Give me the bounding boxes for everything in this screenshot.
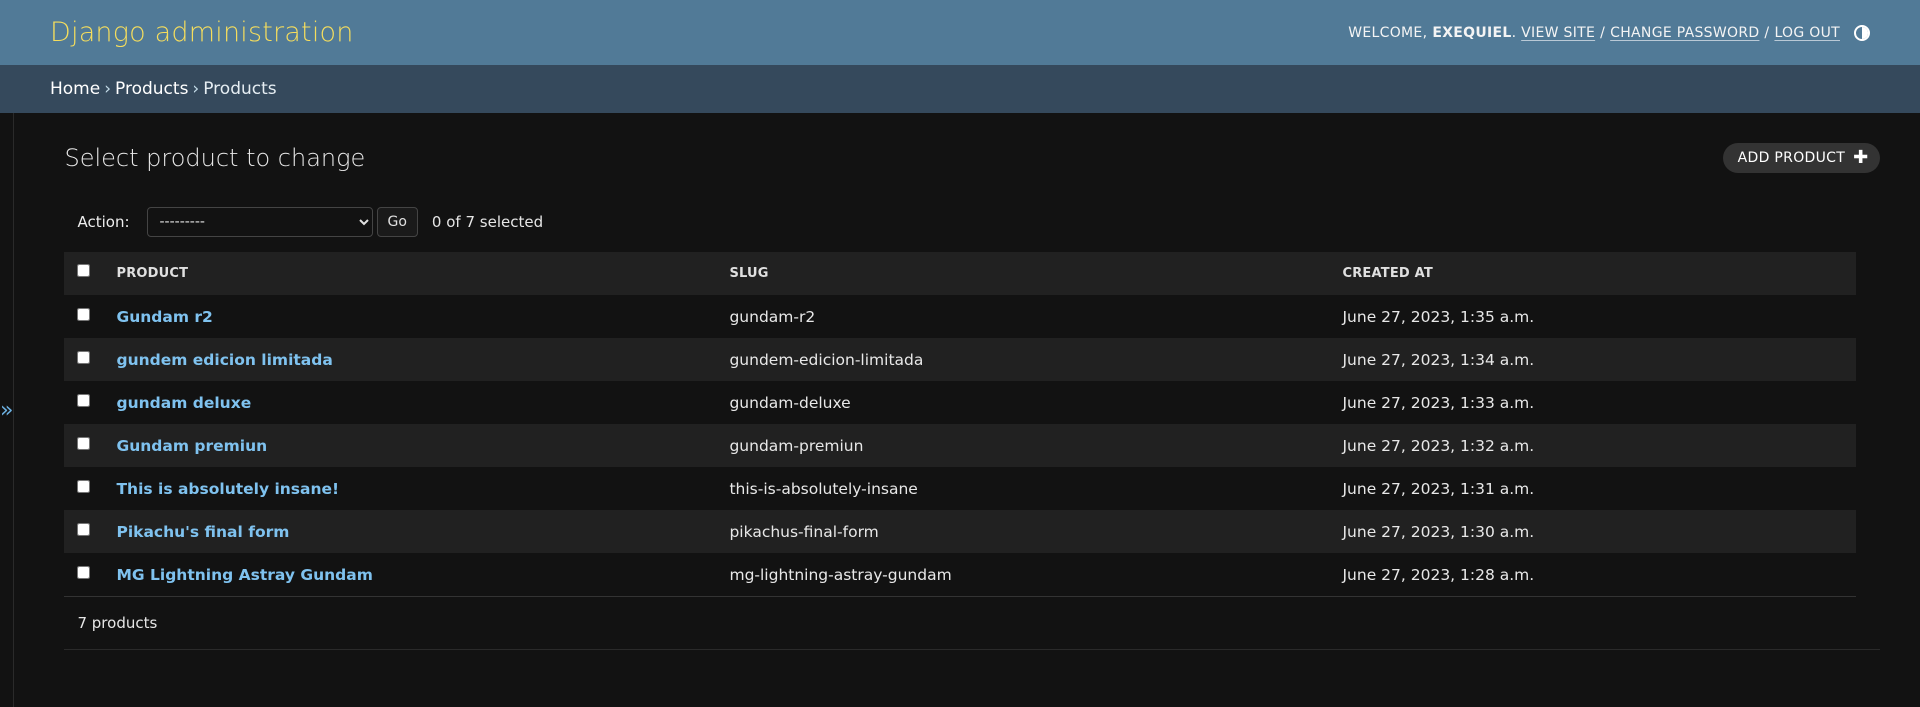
add-product-button[interactable]: ADD PRODUCT ✚ bbox=[1722, 143, 1881, 173]
page-title: Select product to change bbox=[64, 144, 366, 172]
breadcrumb-home[interactable]: Home bbox=[50, 79, 100, 99]
table-row: Gundam r2 gundam-r2 June 27, 2023, 1:35 … bbox=[64, 295, 1856, 338]
plus-icon: ✚ bbox=[1853, 147, 1869, 168]
product-link[interactable]: Gundam r2 bbox=[116, 308, 212, 326]
table-row: Pikachu's final form pikachus-final-form… bbox=[64, 510, 1857, 553]
product-link[interactable]: MG Lightning Astray Gundam bbox=[116, 566, 372, 584]
created-at-cell: June 27, 2023, 1:31 a.m. bbox=[1342, 479, 1535, 498]
user-tools: WELCOME, EXEQUIEL. VIEW SITE / CHANGE PA… bbox=[1348, 24, 1870, 41]
row-checkbox[interactable] bbox=[77, 436, 91, 450]
slug-cell: gundam-deluxe bbox=[729, 393, 851, 412]
created-at-cell: June 27, 2023, 1:35 a.m. bbox=[1342, 307, 1535, 326]
username: EXEQUIEL bbox=[1432, 24, 1512, 41]
slug-cell: pikachus-final-form bbox=[728, 510, 1342, 553]
breadcrumb-separator: › bbox=[104, 79, 112, 99]
select-all-cell bbox=[64, 252, 117, 295]
created-at-cell: June 27, 2023, 1:33 a.m. bbox=[1342, 393, 1535, 412]
table-row: gundam deluxe gundam-deluxe June 27, 202… bbox=[64, 381, 1856, 424]
product-link[interactable]: Gundam premiun bbox=[116, 437, 267, 455]
row-checkbox[interactable] bbox=[77, 565, 91, 579]
welcome-text: WELCOME, bbox=[1348, 24, 1428, 41]
go-button[interactable]: Go bbox=[376, 207, 418, 237]
row-checkbox[interactable] bbox=[77, 350, 91, 364]
slug-cell: gundam-premiun bbox=[728, 424, 1342, 467]
sidebar-toggle-button[interactable]: » bbox=[0, 113, 15, 707]
table-row: This is absolutely insane! this-is-absol… bbox=[64, 467, 1856, 510]
main-area: » Select product to change ADD PRODUCT ✚… bbox=[0, 113, 1920, 707]
slug-cell: gundam-r2 bbox=[729, 307, 816, 326]
slug-cell: mg-lightning-astray-gundam bbox=[728, 553, 1342, 597]
add-product-label: ADD PRODUCT bbox=[1737, 150, 1846, 166]
product-link[interactable]: gundam deluxe bbox=[116, 394, 251, 412]
site-brand[interactable]: Django administration bbox=[50, 17, 354, 48]
table-row: gundem edicion limitada gundem-edicion-l… bbox=[64, 338, 1857, 381]
slug-cell: gundem-edicion-limitada bbox=[728, 338, 1342, 381]
breadcrumb-separator: › bbox=[192, 79, 200, 99]
table-row: MG Lightning Astray Gundam mg-lightning-… bbox=[64, 553, 1857, 597]
title-row: Select product to change ADD PRODUCT ✚ bbox=[64, 113, 1881, 199]
row-checkbox[interactable] bbox=[77, 479, 91, 493]
row-checkbox[interactable] bbox=[77, 522, 91, 536]
row-checkbox[interactable] bbox=[77, 393, 91, 407]
result-count: 7 products bbox=[77, 614, 158, 632]
actions-bar: Action: --------- Go 0 of 7 selected bbox=[64, 199, 1880, 245]
created-at-cell: June 27, 2023, 1:34 a.m. bbox=[1341, 338, 1857, 381]
product-link[interactable]: gundem edicion limitada bbox=[116, 351, 332, 369]
change-password-link[interactable]: CHANGE PASSWORD bbox=[1610, 25, 1759, 41]
slug-cell: this-is-absolutely-insane bbox=[729, 479, 918, 498]
log-out-link[interactable]: LOG OUT bbox=[1774, 25, 1840, 41]
created-at-cell: June 27, 2023, 1:30 a.m. bbox=[1341, 510, 1857, 553]
product-link[interactable]: Pikachu's final form bbox=[116, 523, 289, 541]
breadcrumb-current: Products bbox=[203, 79, 277, 99]
action-label: Action: bbox=[77, 213, 130, 231]
site-header: Django administration WELCOME, EXEQUIEL.… bbox=[0, 0, 1920, 65]
row-checkbox[interactable] bbox=[77, 307, 91, 321]
content: Select product to change ADD PRODUCT ✚ A… bbox=[14, 113, 1920, 707]
view-site-link[interactable]: VIEW SITE bbox=[1521, 25, 1595, 41]
double-chevron-right-icon: » bbox=[0, 397, 14, 423]
product-link[interactable]: This is absolutely insane! bbox=[116, 480, 339, 498]
created-at-cell: June 27, 2023, 1:28 a.m. bbox=[1341, 553, 1857, 597]
table-header-row: PRODUCT SLUG CREATED AT bbox=[64, 252, 1857, 295]
table-row: Gundam premiun gundam-premiun June 27, 2… bbox=[64, 424, 1857, 467]
breadcrumb: Home › Products › Products bbox=[0, 65, 1920, 113]
created-at-cell: June 27, 2023, 1:32 a.m. bbox=[1341, 424, 1857, 467]
select-all-checkbox[interactable] bbox=[77, 264, 91, 277]
column-header-slug[interactable]: SLUG bbox=[728, 252, 1342, 295]
breadcrumb-app[interactable]: Products bbox=[115, 79, 188, 99]
column-header-created-at[interactable]: CREATED AT bbox=[1341, 252, 1857, 295]
paginator: 7 products bbox=[64, 597, 1881, 650]
theme-toggle-icon[interactable] bbox=[1854, 24, 1870, 41]
results-table: PRODUCT SLUG CREATED AT Gundam r2 gundam… bbox=[64, 252, 1857, 597]
selected-count: 0 of 7 selected bbox=[431, 213, 544, 231]
action-select[interactable]: --------- bbox=[146, 207, 373, 237]
column-header-product[interactable]: PRODUCT bbox=[116, 252, 729, 295]
